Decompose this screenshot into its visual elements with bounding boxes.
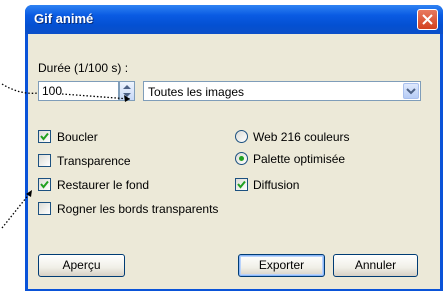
cancel-button[interactable]: Annuler xyxy=(333,254,418,277)
close-button[interactable] xyxy=(417,9,438,30)
radio-dot-icon xyxy=(239,156,244,161)
window-title: Gif animé xyxy=(34,11,94,26)
dropdown-button[interactable] xyxy=(403,83,419,99)
preview-button[interactable]: Aperçu xyxy=(38,254,125,277)
duration-spinner[interactable] xyxy=(119,81,135,101)
chevron-down-icon xyxy=(406,88,416,95)
restore-background-label: Restaurer le fond xyxy=(57,178,150,192)
transparency-checkbox[interactable] xyxy=(38,154,51,167)
frames-select-value: Toutes les images xyxy=(148,85,245,99)
window-bottom-edge xyxy=(28,289,440,291)
loop-label: Boucler xyxy=(57,130,98,144)
frames-select[interactable]: Toutes les images xyxy=(143,81,421,101)
loop-checkbox[interactable] xyxy=(38,130,51,143)
crop-edges-checkbox[interactable] xyxy=(38,202,51,215)
diffusion-label: Diffusion xyxy=(253,178,300,192)
close-icon xyxy=(422,14,433,25)
diffusion-checkbox[interactable] xyxy=(235,178,248,191)
optimized-palette-label: Palette optimisée xyxy=(253,152,346,166)
dialog-body: Durée (1/100 s) : 100 Toutes les images … xyxy=(28,34,440,291)
web216-radio[interactable] xyxy=(235,130,248,143)
check-icon xyxy=(40,132,49,141)
spin-up-down-icon xyxy=(123,85,131,97)
transparency-label: Transparence xyxy=(57,154,131,168)
export-button[interactable]: Exporter xyxy=(238,254,325,277)
duration-input[interactable]: 100 xyxy=(38,81,119,101)
check-icon xyxy=(237,180,246,189)
crop-edges-label: Rogner les bords transparents xyxy=(57,202,219,216)
title-bar[interactable]: Gif animé xyxy=(25,5,443,34)
web216-label: Web 216 couleurs xyxy=(253,130,350,144)
duration-value: 100 xyxy=(42,84,63,98)
optimized-palette-radio[interactable] xyxy=(235,152,248,165)
duration-label: Durée (1/100 s) : xyxy=(38,61,129,75)
restore-background-checkbox[interactable] xyxy=(38,178,51,191)
check-icon xyxy=(40,180,49,189)
